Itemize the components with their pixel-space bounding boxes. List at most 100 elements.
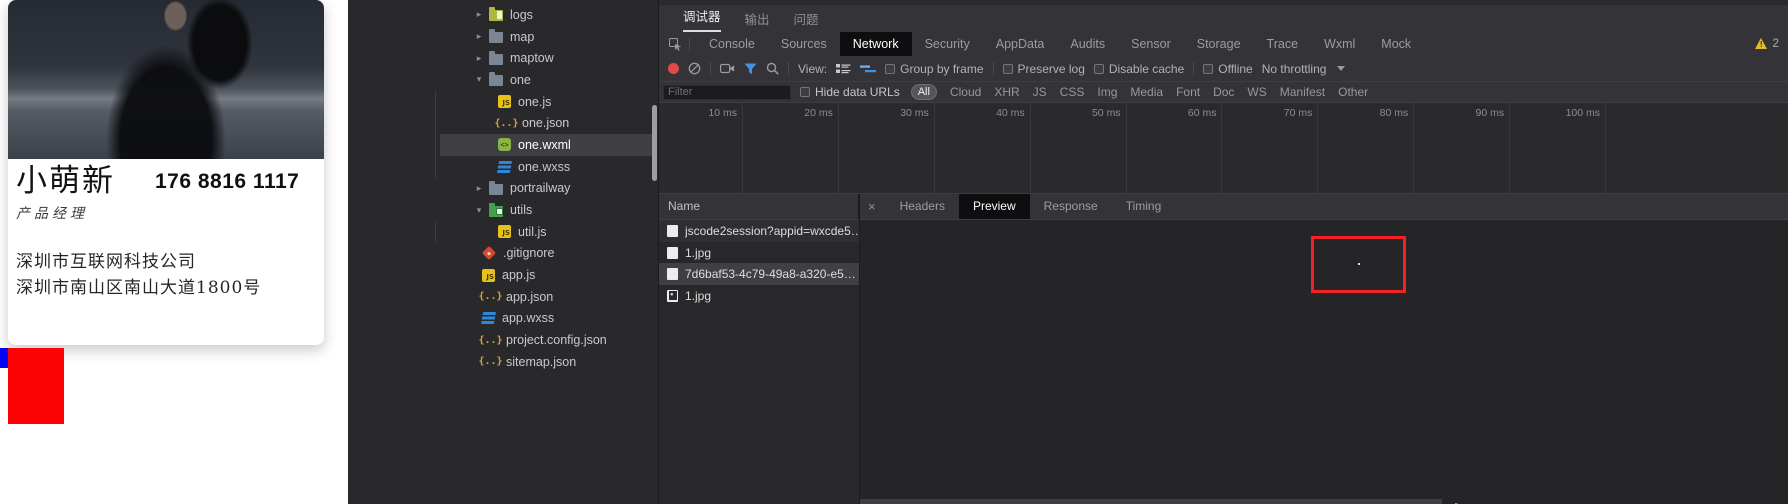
preview-tab-headers[interactable]: Headers xyxy=(886,194,959,219)
tab-label: 问题 xyxy=(793,13,819,27)
preserve-log-option[interactable]: Preserve log xyxy=(1002,62,1085,76)
disable-cache-option[interactable]: Disable cache xyxy=(1093,62,1184,76)
filter-type-media[interactable]: Media xyxy=(1130,85,1163,99)
dropdown-arrow-icon[interactable] xyxy=(1337,66,1346,71)
chevron-right-icon[interactable]: ▸ xyxy=(474,53,484,64)
group-by-frame-option[interactable]: Group by frame xyxy=(885,62,984,76)
timeline-column: 10 ms xyxy=(659,103,743,193)
preview-pane: 今天只变了冰冻 xyxy=(860,220,1788,504)
tree-item-app.wxss[interactable]: app.wxss xyxy=(348,308,658,330)
filter-type-ws[interactable]: WS xyxy=(1247,85,1266,99)
panel-tab-appdata[interactable]: AppData xyxy=(983,32,1058,56)
panel-tab-security[interactable]: Security xyxy=(912,32,983,56)
tree-item-logs[interactable]: ▸ logs xyxy=(348,4,658,26)
tree-item-utils[interactable]: ▾ utils xyxy=(348,199,658,221)
screenshot-camera-icon[interactable] xyxy=(720,63,735,74)
filter-type-manifest[interactable]: Manifest xyxy=(1280,85,1325,99)
network-timeline: 10 ms 20 ms 30 ms 40 ms 50 ms 60 ms 70 ms 80 ms… xyxy=(659,103,1788,194)
panel-tab-console[interactable]: Console xyxy=(696,32,768,56)
request-row-3[interactable]: 7d6baf53-4c79-49a8-a320-e5… xyxy=(659,263,859,286)
card-company: 深圳市互联网科技公司 xyxy=(16,252,196,272)
broken-image-box xyxy=(1311,236,1406,293)
wxss-icon xyxy=(496,160,513,173)
preview-tab-response[interactable]: Response xyxy=(1030,194,1112,219)
request-doc-icon xyxy=(667,268,678,281)
offline-option[interactable]: Offline xyxy=(1203,62,1253,76)
tree-item-app.json[interactable]: app.json xyxy=(348,286,658,308)
hide-data-urls-checkbox[interactable] xyxy=(800,87,810,97)
throttling-select[interactable]: No throttling xyxy=(1262,62,1327,76)
tree-item-one[interactable]: ▾ one xyxy=(348,69,658,91)
search-icon[interactable] xyxy=(766,62,779,75)
devtools-tab-debugger[interactable]: 调试器 xyxy=(673,6,731,32)
js-icon xyxy=(498,225,511,239)
devtools-tab-output[interactable]: 输出 xyxy=(735,9,780,28)
request-row-1[interactable]: jscode2session?appid=wxcde5… xyxy=(659,220,859,242)
list-view-icon[interactable] xyxy=(836,63,851,74)
group-by-frame-checkbox[interactable] xyxy=(885,63,896,74)
git-icon xyxy=(481,246,497,261)
tree-item-one.wxss[interactable]: one.wxss xyxy=(348,156,658,178)
waterfall-view-icon[interactable] xyxy=(860,64,877,74)
chevron-right-icon[interactable]: ▸ xyxy=(474,183,484,194)
tree-item-one.wxml[interactable]: one.wxml xyxy=(348,134,658,156)
filter-type-cloud[interactable]: Cloud xyxy=(950,85,981,99)
filter-type-img[interactable]: Img xyxy=(1097,85,1117,99)
panel-tab-audits[interactable]: Audits xyxy=(1057,32,1118,56)
tree-item-sitemap.json[interactable]: sitemap.json xyxy=(348,351,658,373)
chevron-down-icon[interactable]: ▾ xyxy=(474,205,484,216)
preview-tab-timing[interactable]: Timing xyxy=(1112,194,1176,219)
panel-tab-sensor[interactable]: Sensor xyxy=(1118,32,1184,56)
disable-cache-checkbox[interactable] xyxy=(1093,63,1104,74)
chevron-right-icon[interactable]: ▸ xyxy=(474,9,484,20)
warning-indicator[interactable]: 2 xyxy=(1755,36,1779,50)
json-icon xyxy=(482,335,499,346)
requests-header: Name xyxy=(659,194,859,220)
clear-icon[interactable] xyxy=(688,62,701,75)
tree-item-app.js[interactable]: app.js xyxy=(348,264,658,286)
tree-item-.gitignore[interactable]: .gitignore xyxy=(348,243,658,265)
filter-type-other[interactable]: Other xyxy=(1338,85,1368,99)
filter-type-font[interactable]: Font xyxy=(1176,85,1200,99)
hide-data-urls-option[interactable]: Hide data URLs xyxy=(800,85,900,99)
filter-type-all[interactable]: All xyxy=(911,85,936,99)
panel-tab-mock[interactable]: Mock xyxy=(1368,32,1424,56)
filter-type-doc[interactable]: Doc xyxy=(1213,85,1234,99)
preserve-log-checkbox[interactable] xyxy=(1002,63,1013,74)
request-row-4[interactable]: 1.jpg xyxy=(659,285,859,307)
timeline-column: 60 ms xyxy=(1127,103,1223,193)
filter-type-css[interactable]: CSS xyxy=(1060,85,1085,99)
chevron-down-icon[interactable]: ▾ xyxy=(474,74,484,85)
preview-close-icon[interactable]: × xyxy=(859,199,886,214)
tree-item-label: app.js xyxy=(502,268,536,283)
inspect-icon[interactable] xyxy=(669,37,682,51)
devtools-tab-issues[interactable]: 问题 xyxy=(784,9,829,28)
card-address: 深圳市南山区南山大道1800号 xyxy=(16,278,262,298)
blue-accent-rect xyxy=(0,348,8,368)
tree-item-one.json[interactable]: one.json xyxy=(348,112,658,134)
filter-type-js[interactable]: JS xyxy=(1033,85,1047,99)
offline-checkbox[interactable] xyxy=(1203,63,1214,74)
tree-item-util.js[interactable]: util.js xyxy=(348,221,658,243)
tree-item-map[interactable]: ▸ map xyxy=(348,26,658,48)
tree-scrollbar[interactable] xyxy=(652,105,657,181)
filter-funnel-icon[interactable] xyxy=(744,63,757,75)
panel-tab-trace[interactable]: Trace xyxy=(1254,32,1312,56)
panel-tab-storage[interactable]: Storage xyxy=(1184,32,1254,56)
panel-tab-sources[interactable]: Sources xyxy=(768,32,840,56)
tree-item-one.js[interactable]: one.js xyxy=(348,91,658,113)
filter-type-xhr[interactable]: XHR xyxy=(994,85,1019,99)
tree-item-project.config.json[interactable]: project.config.json xyxy=(348,329,658,351)
record-icon[interactable] xyxy=(668,63,679,74)
requests-header-label: Name xyxy=(668,199,701,213)
panel-tab-wxml[interactable]: Wxml xyxy=(1311,32,1368,56)
tree-item-portrailway[interactable]: ▸ portrailway xyxy=(348,178,658,200)
request-row-2[interactable]: 1.jpg xyxy=(659,241,859,264)
preview-h-scrollbar[interactable] xyxy=(860,499,1442,504)
panel-tab-network[interactable]: Network xyxy=(839,32,912,56)
tree-item-maptow[interactable]: ▸ maptow xyxy=(348,47,658,69)
timeline-column: 50 ms xyxy=(1031,103,1127,193)
chevron-right-icon[interactable]: ▸ xyxy=(474,31,484,42)
preview-tab-preview[interactable]: Preview xyxy=(958,194,1030,219)
filter-input[interactable] xyxy=(663,84,791,100)
